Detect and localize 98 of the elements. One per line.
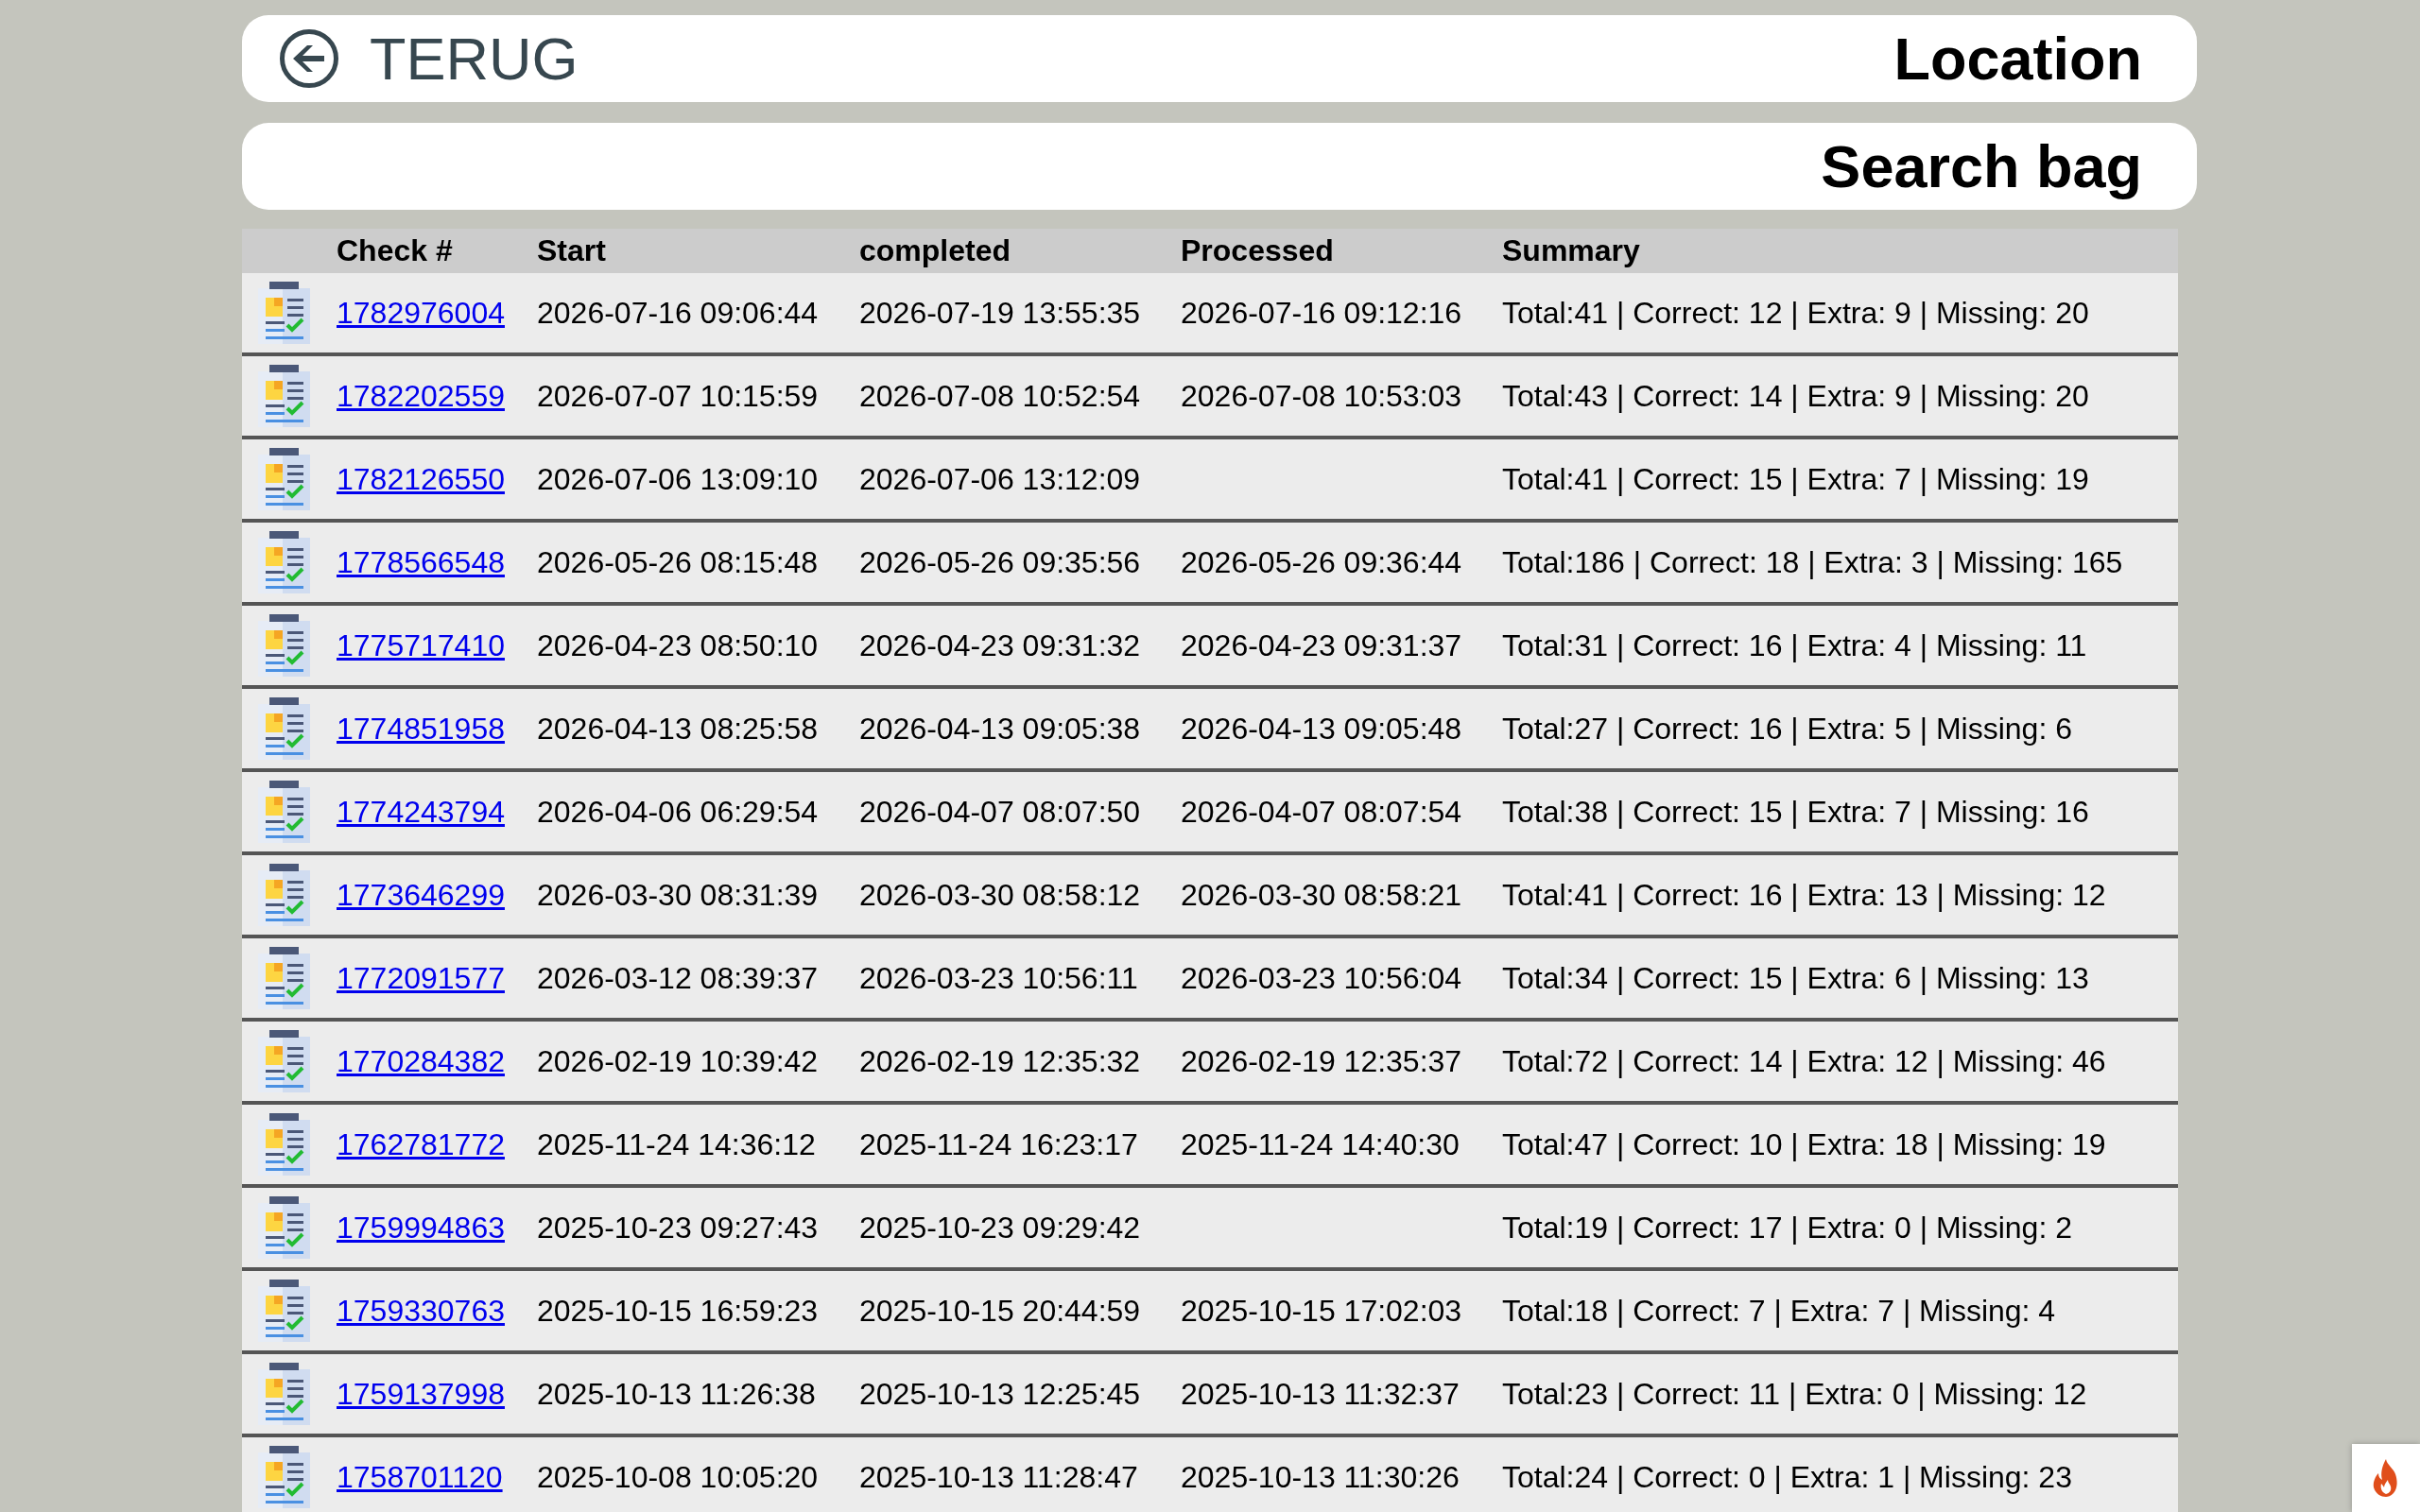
- table-cell: 2026-04-06 06:29:54: [537, 794, 819, 830]
- column-header: Summary: [1501, 233, 1640, 268]
- checklist-document-icon: [257, 947, 310, 1009]
- location-title: Location: [1893, 25, 2142, 93]
- table-cell: 2026-05-26 09:35:56: [859, 544, 1141, 580]
- checklist-document-icon: [257, 1280, 310, 1342]
- table-cell: 2026-03-12 08:39:37: [537, 960, 819, 996]
- table-cell: 2026-07-06 13:09:10: [537, 461, 819, 497]
- page-title: Search bag: [1821, 132, 2142, 200]
- table-cell: 2026-05-26 09:36:44: [1181, 544, 1462, 580]
- table-cell: 2026-02-19 10:39:42: [537, 1043, 819, 1079]
- table-cell: 2025-10-08 10:05:20: [537, 1459, 819, 1495]
- checklist-document-icon: [257, 1113, 310, 1176]
- table-cell: 2025-10-13 11:26:38: [537, 1376, 816, 1412]
- checklist-document-icon: [257, 781, 310, 843]
- checklist-document-icon: [257, 864, 310, 926]
- table-cell: 2026-07-16 09:06:44: [537, 295, 819, 331]
- table-cell: 2026-03-23 10:56:04: [1181, 960, 1462, 996]
- table-cell: Total:34 | Correct: 15 | Extra: 6 | Missing: 13: [1502, 960, 2089, 996]
- check-number-link[interactable]: 1773646299: [337, 877, 505, 913]
- table-cell: Total:18 | Correct: 7 | Extra: 7 | Missing: 4: [1502, 1293, 2056, 1329]
- check-number-link[interactable]: 1778566548: [337, 544, 505, 580]
- table-cell: 2026-04-23 08:50:10: [537, 627, 819, 663]
- column-header: Check #: [336, 233, 453, 268]
- table-cell: Total:43 | Correct: 14 | Extra: 9 | Missing: 20: [1502, 378, 2089, 414]
- column-header: Start: [536, 233, 606, 268]
- table-cell: 2026-02-19 12:35:32: [859, 1043, 1141, 1079]
- table-cell: 2025-10-13 11:28:47: [859, 1459, 1138, 1495]
- table-cell: 2026-07-19 13:55:35: [859, 295, 1141, 331]
- back-button[interactable]: TERUG: [280, 25, 579, 93]
- table-cell: 2025-10-15 20:44:59: [859, 1293, 1141, 1329]
- checklist-document-icon: [257, 1446, 310, 1508]
- check-number-link[interactable]: 1782976004: [337, 295, 505, 331]
- check-number-link[interactable]: 1770284382: [337, 1043, 505, 1079]
- table-cell: 2026-07-07 10:15:59: [537, 378, 819, 414]
- table-cell: Total:27 | Correct: 16 | Extra: 5 | Missing: 6: [1502, 711, 2072, 747]
- table-cell: Total:186 | Correct: 18 | Extra: 3 | Missing: 165: [1502, 544, 2123, 580]
- check-number-link[interactable]: 1782126550: [337, 461, 505, 497]
- checklist-document-icon: [257, 1196, 310, 1259]
- checklist-document-icon: [257, 365, 310, 427]
- table-cell: 2025-11-24 14:36:12: [537, 1126, 816, 1162]
- check-number-link[interactable]: 1774851958: [337, 711, 505, 747]
- table-cell: Total:23 | Correct: 11 | Extra: 0 | Missing: 12: [1502, 1376, 2087, 1412]
- table-cell: 2026-03-30 08:58:21: [1181, 877, 1462, 913]
- check-number-link[interactable]: 1759994863: [337, 1210, 505, 1246]
- table-cell: 2026-03-30 08:31:39: [537, 877, 819, 913]
- checklist-document-icon: [257, 448, 310, 510]
- table-cell: 2025-10-13 11:30:26: [1181, 1459, 1460, 1495]
- table-cell: 2026-07-06 13:12:09: [859, 461, 1141, 497]
- table-cell: 2025-10-15 17:02:03: [1181, 1293, 1462, 1329]
- table-cell: 2026-04-07 08:07:54: [1181, 794, 1462, 830]
- flame-icon: [2373, 1459, 2399, 1497]
- check-number-link[interactable]: 1782202559: [337, 378, 505, 414]
- table-cell: 2026-04-13 09:05:48: [1181, 711, 1462, 747]
- flame-button[interactable]: [2352, 1444, 2420, 1512]
- table-cell: 2026-04-23 09:31:37: [1181, 627, 1462, 663]
- check-number-link[interactable]: 1759137998: [337, 1376, 505, 1412]
- table-cell: 2026-07-08 10:53:03: [1181, 378, 1462, 414]
- check-number-link[interactable]: 1772091577: [337, 960, 505, 996]
- table-cell: 2026-04-07 08:07:50: [859, 794, 1141, 830]
- table-cell: 2025-10-23 09:29:42: [859, 1210, 1141, 1246]
- table-cell: 2026-03-30 08:58:12: [859, 877, 1141, 913]
- column-header: completed: [858, 233, 1011, 268]
- check-number-link[interactable]: 1775717410: [337, 627, 505, 663]
- check-number-link[interactable]: 1758701120: [337, 1459, 503, 1495]
- table-cell: 2025-11-24 14:40:30: [1181, 1126, 1460, 1162]
- column-header: Processed: [1180, 233, 1334, 268]
- table-cell: 2026-03-23 10:56:11: [859, 960, 1138, 996]
- table-cell: Total:31 | Correct: 16 | Extra: 4 | Missing: 11: [1502, 627, 2087, 663]
- checklist-document-icon: [257, 282, 310, 344]
- checklist-document-icon: [257, 614, 310, 677]
- table-cell: Total:41 | Correct: 16 | Extra: 13 | Missing: 12: [1502, 877, 2106, 913]
- table-cell: Total:19 | Correct: 17 | Extra: 0 | Missing: 2: [1502, 1210, 2072, 1246]
- table-cell: Total:41 | Correct: 12 | Extra: 9 | Missing: 20: [1502, 295, 2089, 331]
- checklist-document-icon: [257, 1363, 310, 1425]
- table-cell: 2026-04-13 09:05:38: [859, 711, 1141, 747]
- checklist-document-icon: [257, 1030, 310, 1092]
- table-cell: 2026-04-13 08:25:58: [537, 711, 819, 747]
- checklist-document-icon: [257, 697, 310, 760]
- table-cell: 2026-04-23 09:31:32: [859, 627, 1141, 663]
- table-cell: 2026-07-08 10:52:54: [859, 378, 1141, 414]
- table-cell: Total:72 | Correct: 14 | Extra: 12 | Missing: 46: [1502, 1043, 2106, 1079]
- check-number-link[interactable]: 1774243794: [337, 794, 505, 830]
- table-cell: Total:41 | Correct: 15 | Extra: 7 | Missing: 19: [1502, 461, 2089, 497]
- table-cell: Total:47 | Correct: 10 | Extra: 18 | Missing: 19: [1502, 1126, 2106, 1162]
- table-cell: 2025-11-24 16:23:17: [859, 1126, 1138, 1162]
- table-cell: 2025-10-23 09:27:43: [537, 1210, 819, 1246]
- checklist-document-icon: [257, 531, 310, 593]
- check-number-link[interactable]: 1759330763: [337, 1293, 505, 1329]
- table-cell: 2026-02-19 12:35:37: [1181, 1043, 1462, 1079]
- table-cell: 2025-10-13 11:32:37: [1181, 1376, 1460, 1412]
- check-number-link[interactable]: 1762781772: [337, 1126, 505, 1162]
- table-cell: 2026-07-16 09:12:16: [1181, 295, 1462, 331]
- table-cell: Total:24 | Correct: 0 | Extra: 1 | Missing: 23: [1502, 1459, 2072, 1495]
- table-cell: Total:38 | Correct: 15 | Extra: 7 | Missing: 16: [1502, 794, 2089, 830]
- table-cell: 2025-10-15 16:59:23: [537, 1293, 819, 1329]
- table-cell: 2025-10-13 12:25:45: [859, 1376, 1141, 1412]
- table-cell: 2026-05-26 08:15:48: [537, 544, 819, 580]
